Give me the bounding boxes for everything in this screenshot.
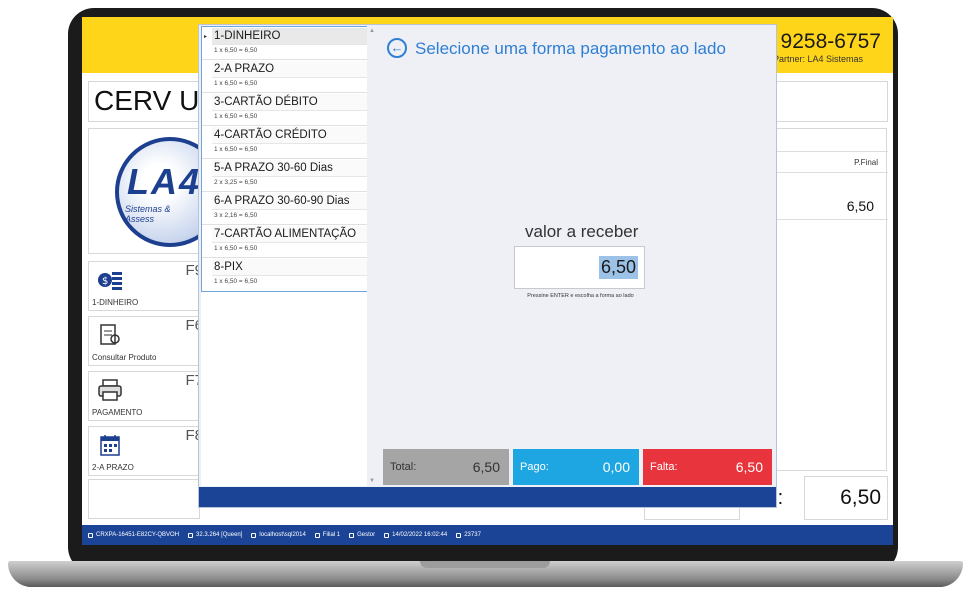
building-icon [314,532,320,538]
payment-option-name: 8-PIX [212,259,367,276]
payment-option[interactable]: 7-CARTÃO ALIMENTAÇÃO 1 x 6,50 = 6,50 [202,225,367,258]
payment-option[interactable]: 3-CARTÃO DÉBITO 1 x 6,50 = 6,50 [202,93,367,126]
calendar-icon [100,435,120,456]
logo-subtitle: Sistemas & Assess [125,204,171,224]
total-box: 6,50 [804,476,888,520]
summary-paid: Pago: 0,00 [513,449,639,485]
phone-number: 5 9258-6757 [763,30,881,53]
payment-option-name: 7-CARTÃO ALIMENTAÇÃO [212,226,367,243]
receive-amount-input[interactable]: 6,50 [514,246,645,289]
status-bar: CRXPA-16451-E82CY-QBVOH 32.3.264 [Queen]… [82,525,893,545]
status-id: 23737 [456,532,481,538]
payment-option-detail: 1 x 6,50 = 6,50 [214,278,258,285]
computer-icon [88,532,93,538]
payment-option-name: 2-A PRAZO [212,61,367,78]
payment-option-name: 3-CARTÃO DÉBITO [212,94,367,111]
status-database-text: localhost\sql2014 [259,532,306,538]
status-branch: Filial 1 [314,532,341,538]
scroll-up-icon[interactable]: ▲ [369,28,375,34]
payment-option-detail: 1 x 6,50 = 6,50 [214,146,258,153]
payment-list-empty-area [201,292,378,486]
payment-option[interactable]: 5-A PRAZO 30-60 Dias 2 x 3,25 = 6,50 [202,159,367,192]
user-icon [349,532,355,538]
cash-icon: $ [98,272,122,290]
payment-method-list: ▸ 1-DINHEIRO 1 x 6,50 = 6,50 2-A PRAZO 1… [201,26,368,292]
summary-total-label: Total: [390,461,417,473]
calendar-icon [384,532,390,538]
company-logo: LA4 Sistemas & Assess [88,128,200,254]
scroll-down-icon[interactable]: ▼ [369,478,375,484]
selected-caret-icon: ▸ [204,34,208,40]
receive-hint: Pressine ENTER e escolha a forma ao lado [527,293,634,299]
app-screen: 5 9258-6757 Partner: LA4 Sistemas CERV U… [82,17,893,545]
status-datetime: 14/02/2022 16:02:44 [384,532,447,538]
total-value: 6,50 [840,486,881,509]
f6-label: Consultar Produto [92,353,157,362]
payment-option[interactable]: 6-A PRAZO 30-60-90 Dias 3 x 2,16 = 6,50 [202,192,367,225]
payment-option-detail: 1 x 6,50 = 6,50 [214,245,258,252]
payment-option[interactable]: 8-PIX 1 x 6,50 = 6,50 [202,258,367,291]
status-user: Gestor [349,532,375,538]
product-title: CERV Ur [94,85,209,116]
item-final-price: 6,50 [846,198,874,214]
status-user-text: Gestor [357,532,376,538]
payment-option-name: 1-DINHEIRO [212,28,367,45]
document-icon [100,324,120,345]
database-icon [251,532,257,538]
f9-label: 1-DINHEIRO [92,298,139,307]
summary-remaining-value: 6,50 [735,459,763,475]
payment-option-name: 4-CARTÃO CRÉDITO [212,127,367,144]
status-version-text: 32.3.264 [Queen] [196,532,243,538]
status-datetime-text: 14/02/2022 16:02:44 [392,532,448,538]
payment-option-detail: 2 x 3,25 = 6,50 [214,179,258,186]
status-database: localhost\sql2014 [251,532,306,538]
summary-total-value: 6,50 [472,459,500,475]
f9-cash-button[interactable]: $ F9 1-DINHEIRO [88,261,203,311]
hash-icon [456,532,462,538]
payment-option-detail: 3 x 2,16 = 6,50 [214,212,258,219]
receive-amount-value: 6,50 [598,256,638,279]
summary-total: Total: 6,50 [383,449,509,485]
status-id-text: 23737 [464,532,481,538]
payment-option-name: 5-A PRAZO 30-60 Dias [212,160,367,177]
payment-modal: ▸ 1-DINHEIRO 1 x 6,50 = 6,50 2-A PRAZO 1… [198,24,777,508]
payment-option-detail: 1 x 6,50 = 6,50 [214,80,258,87]
back-arrow-icon[interactable]: ← [387,38,407,58]
f7-payment-button[interactable]: F7 PAGAMENTO [88,371,203,421]
payment-option-detail: 1 x 6,50 = 6,50 [214,47,258,54]
payment-option[interactable]: ▸ 1-DINHEIRO 1 x 6,50 = 6,50 [202,27,367,60]
status-branch-text: Filial 1 [322,532,341,538]
summary-remaining-label: Falta: [650,461,678,473]
payment-option[interactable]: 4-CARTÃO CRÉDITO 1 x 6,50 = 6,50 [202,126,367,159]
svg-text:$: $ [102,276,108,287]
payment-modal-title: Selecione uma forma pagamento ao lado [415,39,726,58]
partner-label: Partner: LA4 Sistemas [772,54,863,64]
summary-remaining: Falta: 6,50 [643,449,772,485]
payment-list-scrollbar[interactable]: ▲ ▼ [367,26,378,486]
f6-consult-button[interactable]: F6 Consultar Produto [88,316,203,366]
f7-label: PAGAMENTO [92,408,143,417]
receive-label: valor a receber [525,222,639,241]
payment-entry-area: ← Selecione uma forma pagamento ao lado … [379,26,773,486]
status-version: 32.3.264 [Queen] [188,532,242,538]
payment-option-name: 6-A PRAZO 30-60-90 Dias [212,193,367,210]
status-license-text: CRXPA-16451-E82CY-QBVOH [96,532,180,538]
status-license: CRXPA-16451-E82CY-QBVOH [88,532,179,538]
logo-text: LA4 [127,161,200,202]
payment-option-detail: 1 x 6,50 = 6,50 [214,113,258,120]
printer-icon [98,379,122,401]
f8-credit-button[interactable]: F8 2-A PRAZO [88,426,203,476]
info-icon [188,532,194,538]
laptop-notch [420,561,550,568]
payment-option[interactable]: 2-A PRAZO 1 x 6,50 = 6,50 [202,60,367,93]
modal-footer-bar [199,487,776,507]
summary-paid-label: Pago: [520,461,549,473]
summary-paid-value: 0,00 [602,459,630,475]
column-final-price: P.Final [854,158,878,167]
f8-label: 2-A PRAZO [92,463,134,472]
bottom-info-box [88,479,200,519]
